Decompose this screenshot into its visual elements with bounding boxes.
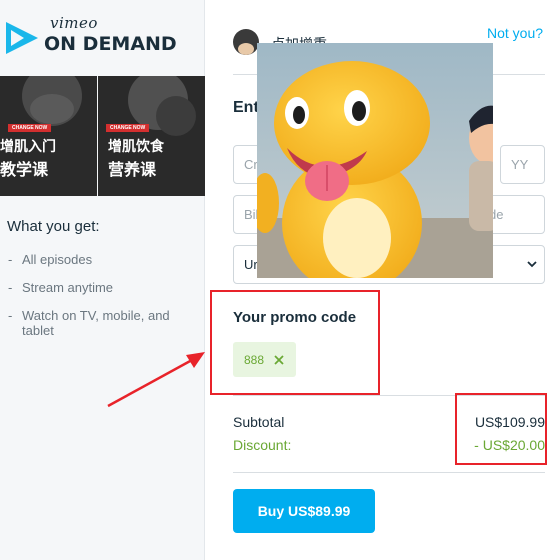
buy-button[interactable]: Buy US$89.99 bbox=[233, 489, 375, 533]
what-you-get-heading: What you get: bbox=[7, 218, 100, 235]
feature-list: All episodes Stream anytime Watch on TV,… bbox=[8, 252, 198, 351]
thumbnail-title-line2: 教学课 bbox=[0, 160, 49, 179]
feature-item: All episodes bbox=[8, 252, 198, 267]
payment-section-title: Ent bbox=[233, 99, 259, 116]
thumbnail-course-1[interactable]: CHANGE NOW 增肌入门 教学课 bbox=[0, 76, 97, 196]
subtotal-label: Subtotal bbox=[233, 414, 285, 430]
promo-highlight-box bbox=[210, 290, 380, 395]
cartoon-illustration bbox=[257, 43, 493, 278]
thumbnail-badge: CHANGE NOW bbox=[106, 124, 150, 132]
card-number-placeholder: Cr bbox=[244, 157, 258, 172]
vimeo-logo-icon bbox=[6, 22, 38, 54]
vimeo-on-demand-logo[interactable]: vimeo ON DEMAND bbox=[6, 14, 196, 62]
price-highlight-box bbox=[455, 393, 547, 465]
feature-item: Stream anytime bbox=[8, 280, 198, 295]
divider bbox=[233, 472, 545, 473]
thumbnail-title-line1: 增肌饮食 bbox=[108, 139, 164, 155]
avatar bbox=[233, 29, 259, 55]
thumbnail-title-line1: 增肌入门 bbox=[0, 139, 56, 155]
feature-item: Watch on TV, mobile, and tablet bbox=[8, 308, 198, 338]
cartoon-character-image bbox=[257, 43, 493, 278]
thumbnail-course-2[interactable]: CHANGE NOW 增肌饮食 营养课 bbox=[98, 76, 205, 196]
chevron-down-icon bbox=[527, 261, 537, 268]
country-select-value: Ur bbox=[244, 257, 258, 272]
not-you-link[interactable]: Not you? bbox=[487, 25, 543, 41]
logo-on-demand-text: ON DEMAND bbox=[44, 33, 177, 55]
thumbnail-badge: CHANGE NOW bbox=[8, 124, 52, 132]
course-thumbnails: CHANGE NOW 增肌入门 教学课 CHANGE NOW 增肌饮食 营养课 bbox=[0, 76, 205, 196]
thumbnail-title-line2: 营养课 bbox=[108, 160, 157, 179]
expiry-year-placeholder: YY bbox=[511, 157, 529, 172]
product-sidebar: vimeo ON DEMAND CHANGE NOW 增肌入门 教学课 CHAN… bbox=[0, 0, 205, 560]
logo-vimeo-text: vimeo bbox=[50, 14, 98, 32]
expiry-year-field[interactable]: YY bbox=[500, 145, 545, 184]
discount-label: Discount: bbox=[233, 437, 292, 453]
